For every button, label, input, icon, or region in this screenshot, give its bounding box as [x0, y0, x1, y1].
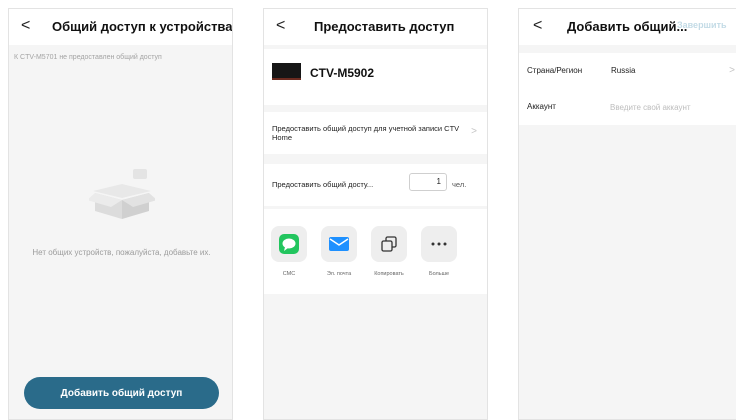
account-row: Аккаунт	[519, 89, 736, 125]
back-icon[interactable]: <	[21, 17, 30, 35]
share-count-row: Предоставить общий досту... 1 чел.	[264, 164, 487, 206]
account-label: Аккаунт	[527, 102, 556, 111]
share-sms-button[interactable]: СМС	[265, 226, 313, 277]
share-options-panel: СМС Эл. почта Копировать Больше	[264, 209, 487, 294]
empty-box-icon	[87, 167, 157, 232]
shared-devices-screen: < Общий доступ к устройствам К CTV-M5701…	[8, 8, 233, 420]
more-icon	[421, 226, 457, 262]
tv-icon	[272, 63, 301, 80]
country-row[interactable]: Страна/Регион Russia >	[519, 53, 736, 89]
device-card: CTV-M5902	[264, 49, 487, 105]
share-count-unit: чел.	[452, 180, 467, 189]
share-copy-label: Копировать	[374, 271, 404, 277]
finish-button[interactable]: Завершить	[677, 20, 727, 30]
chevron-right-icon: >	[729, 65, 735, 76]
header: < Предоставить доступ	[264, 9, 487, 45]
country-value: Russia	[611, 66, 636, 75]
share-count-label: Предоставить общий досту...	[272, 180, 374, 189]
chevron-right-icon: >	[471, 126, 477, 137]
grant-access-screen: < Предоставить доступ CTV-M5902 Предоста…	[263, 8, 488, 420]
add-share-button[interactable]: Добавить общий доступ	[24, 377, 219, 409]
back-icon[interactable]: <	[533, 17, 542, 35]
share-copy-button[interactable]: Копировать	[365, 226, 413, 277]
header: < Добавить общий... Завершить	[519, 9, 736, 45]
country-label: Страна/Регион	[527, 66, 583, 75]
share-count-input[interactable]: 1	[409, 173, 447, 191]
share-email-label: Эл. почта	[326, 271, 352, 277]
account-input[interactable]	[607, 98, 727, 116]
page-title: Общий доступ к устройствам	[52, 19, 233, 34]
page-title: Предоставить доступ	[314, 19, 455, 34]
share-more-label: Больше	[428, 271, 450, 277]
add-share-screen: < Добавить общий... Завершить Страна/Рег…	[518, 8, 736, 420]
empty-state-text: Нет общих устройств, пожалуйста, добавьт…	[32, 248, 211, 257]
share-notice: К CTV-M5701 не предоставлен общий доступ	[14, 54, 162, 61]
share-sms-label: СМС	[282, 271, 296, 277]
mail-icon	[321, 226, 357, 262]
share-to-account-label: Предоставить общий доступ для учетной за…	[272, 124, 460, 142]
share-form: Страна/Регион Russia > Аккаунт	[519, 53, 736, 125]
device-name: CTV-M5902	[310, 66, 375, 80]
share-to-account-row[interactable]: Предоставить общий доступ для учетной за…	[264, 112, 487, 154]
back-icon[interactable]: <	[276, 17, 285, 35]
copy-icon	[371, 226, 407, 262]
page-title: Добавить общий...	[567, 19, 688, 34]
share-email-button[interactable]: Эл. почта	[315, 226, 363, 277]
header: < Общий доступ к устройствам	[9, 9, 232, 45]
share-more-button[interactable]: Больше	[415, 226, 463, 277]
sms-icon	[271, 226, 307, 262]
